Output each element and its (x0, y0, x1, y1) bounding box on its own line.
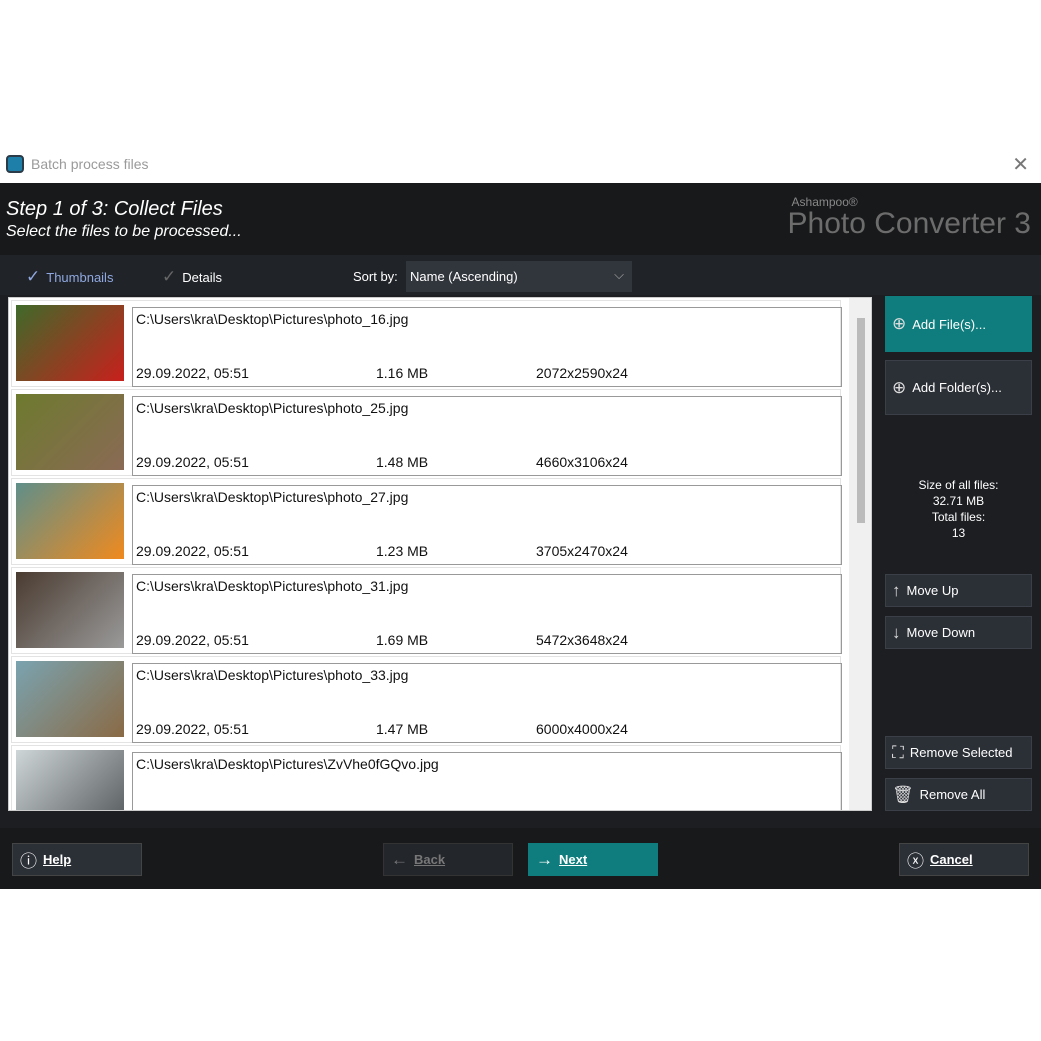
brand-name: Photo Converter 3 (787, 207, 1031, 240)
sort-value: Name (Ascending) (410, 269, 518, 284)
file-path: C:\Users\kra\Desktop\Pictures\photo_33.j… (136, 667, 409, 683)
file-date: 29.09.2022, 05:51 (136, 721, 249, 737)
plus-circle-icon: ⊕ (892, 314, 907, 333)
cancel-button[interactable]: ⓧ Cancel (899, 843, 1029, 876)
file-date: 29.09.2022, 05:51 (136, 454, 249, 470)
file-path: C:\Users\kra\Desktop\Pictures\photo_16.j… (136, 311, 409, 327)
cancel-icon: ⓧ (907, 852, 924, 871)
label: Move Down (906, 625, 976, 640)
file-path: C:\Users\kra\Desktop\Pictures\photo_25.j… (136, 400, 409, 416)
file-size: 1.47 MB (376, 721, 429, 737)
tab-label: Details (182, 269, 222, 285)
label: Remove Selected (909, 745, 1013, 760)
file-dimensions: 6000x4000x24 (536, 721, 628, 737)
file-row[interactable]: C:\Users\kra\Desktop\Pictures\photo_25.j… (11, 389, 842, 476)
file-size: 1.48 MB (376, 454, 429, 470)
file-size: 1.23 MB (376, 543, 429, 559)
remove-selected-icon: ⛶ (892, 742, 904, 762)
chevron-down-icon: ⌵ (614, 267, 624, 282)
next-button[interactable]: → Next (528, 843, 658, 876)
file-dimensions: 5472x3648x24 (536, 632, 628, 648)
sort-label: Sort by: (353, 269, 398, 284)
scrollbar-thumb[interactable] (857, 318, 865, 523)
thumbnail-image (16, 661, 124, 737)
file-list[interactable]: C:\Users\kra\Desktop\Pictures\ZvVhe0fGQv… (8, 297, 872, 811)
help-button[interactable]: ⓘ Help (12, 843, 142, 876)
file-path: C:\Users\kra\Desktop\Pictures\photo_31.j… (136, 578, 409, 594)
app-icon (6, 155, 24, 173)
file-row[interactable]: C:\Users\kra\Desktop\Pictures\photo_27.j… (11, 478, 842, 565)
file-dimensions: 4660x3106x24 (536, 454, 628, 470)
brand-logo: Ashampoo® Photo Converter 3 (788, 195, 1031, 239)
file-date: 29.09.2022, 05:51 (136, 543, 249, 559)
sort-select[interactable]: Name (Ascending) ⌵ (406, 261, 632, 292)
step-title: Step 1 of 3: Collect Files (6, 198, 223, 220)
total-value: 13 (951, 526, 966, 540)
file-size: 1.69 MB (376, 632, 429, 648)
thumbnail-image (16, 750, 124, 810)
file-stats: Size of all files: 32.71 MB Total files:… (885, 477, 1032, 541)
thumbnail-image (16, 394, 124, 470)
file-row[interactable]: C:\Users\kra\Desktop\Pictures\photo_16.j… (11, 300, 842, 387)
file-info: C:\Users\kra\Desktop\Pictures\photo_16.j… (132, 307, 842, 387)
back-button[interactable]: ← Back (383, 843, 513, 876)
window-title: Batch process files (31, 156, 149, 172)
file-row[interactable]: C:\Users\kra\Desktop\Pictures\photo_31.j… (11, 567, 842, 654)
file-info: C:\Users\kra\Desktop\Pictures\photo_31.j… (132, 574, 842, 654)
file-dimensions: 2072x2590x24 (536, 365, 628, 381)
size-label: Size of all files: (918, 478, 999, 492)
label: Add File(s)... (912, 316, 986, 332)
move-down-button[interactable]: ↓ Move Down (885, 616, 1032, 649)
step-subtitle: Select the files to be processed... (6, 223, 242, 240)
file-row[interactable]: C:\Users\kra\Desktop\Pictures\ZvVhe0fGQv… (11, 745, 842, 810)
file-dimensions: 3705x2470x24 (536, 543, 628, 559)
file-info: C:\Users\kra\Desktop\Pictures\photo_33.j… (132, 663, 842, 743)
toolbar: ✓ Thumbnails ✓ Details Sort by: Name (Asce… (0, 255, 1041, 295)
file-size: 1.16 MB (376, 365, 429, 381)
tab-details[interactable]: ✓ Details (162, 267, 222, 287)
trash-icon: 🗑 (892, 784, 914, 804)
add-folders-button[interactable]: ⊕ Add Folder(s)... (885, 360, 1032, 415)
file-info: C:\Users\kra\Desktop\Pictures\photo_25.j… (132, 396, 842, 476)
arrow-up-icon: ↑ (892, 580, 901, 600)
arrow-left-icon: ← (391, 849, 408, 869)
check-icon: ✓ (26, 267, 41, 286)
thumbnail-image (16, 483, 124, 559)
label: Back (414, 852, 446, 867)
close-icon[interactable]: ✕ (1012, 152, 1029, 177)
label: Help (43, 852, 72, 867)
file-date: 29.09.2022, 05:51 (136, 365, 249, 381)
header: Step 1 of 3: Collect Files Select the fi… (0, 183, 1041, 255)
help-icon: ⓘ (20, 852, 37, 871)
scrollbar[interactable] (849, 298, 871, 810)
dialog: Step 1 of 3: Collect Files Select the fi… (0, 183, 1041, 889)
label: Cancel (930, 852, 973, 867)
label: Next (559, 852, 588, 867)
label: Remove All (919, 787, 986, 802)
remove-all-button[interactable]: 🗑 Remove All (885, 778, 1032, 811)
footer: ⓘ Help ← Back → Next ⓧ Cancel (0, 828, 1041, 889)
plus-circle-icon: ⊕ (892, 377, 907, 397)
thumbnail-image (16, 572, 124, 648)
file-info: C:\Users\kra\Desktop\Pictures\photo_27.j… (132, 485, 842, 565)
add-files-button[interactable]: ⊕ Add File(s)... (885, 296, 1032, 352)
file-date: 29.09.2022, 05:51 (136, 632, 249, 648)
label: Move Up (906, 583, 959, 598)
move-up-button[interactable]: ↑ Move Up (885, 574, 1032, 607)
thumbnail-image (16, 305, 124, 381)
file-row[interactable]: C:\Users\kra\Desktop\Pictures\photo_33.j… (11, 656, 842, 743)
title-bar: Batch process files ✕ (0, 148, 1041, 183)
tab-thumbnails[interactable]: ✓ Thumbnails (26, 267, 113, 287)
tab-label: Thumbnails (46, 269, 114, 285)
arrow-down-icon: ↓ (892, 622, 901, 642)
file-info: C:\Users\kra\Desktop\Pictures\ZvVhe0fGQv… (132, 752, 842, 810)
remove-selected-button[interactable]: ⛶ Remove Selected (885, 736, 1032, 769)
label: Add Folder(s)... (912, 380, 1002, 395)
file-path: C:\Users\kra\Desktop\Pictures\photo_27.j… (136, 489, 409, 505)
check-icon: ✓ (162, 267, 177, 286)
total-label: Total files: (931, 510, 986, 524)
arrow-right-icon: → (536, 849, 553, 869)
size-value: 32.71 MB (932, 494, 985, 508)
file-path: C:\Users\kra\Desktop\Pictures\ZvVhe0fGQv… (136, 756, 439, 772)
